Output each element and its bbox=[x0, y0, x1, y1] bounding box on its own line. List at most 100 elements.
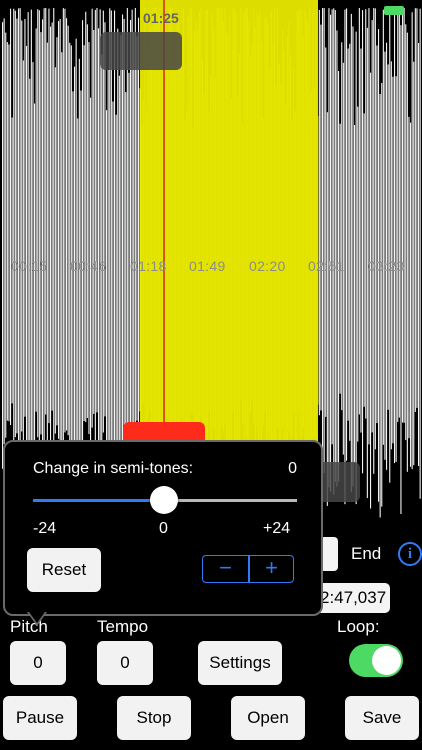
waveform-bar bbox=[216, 8, 218, 499]
waveform-bar bbox=[398, 10, 400, 418]
waveform-bar bbox=[226, 32, 228, 451]
waveform-bar bbox=[360, 48, 362, 433]
popover-arrow-inner bbox=[29, 612, 45, 623]
waveform-bar bbox=[298, 10, 300, 410]
waveform-bar bbox=[374, 8, 376, 450]
waveform-bar bbox=[130, 19, 132, 427]
waveform-bar bbox=[264, 16, 266, 413]
waveform-bar bbox=[206, 9, 208, 452]
waveform-bar bbox=[147, 50, 149, 418]
waveform-bar bbox=[310, 90, 312, 461]
semitone-popover: Change in semi-tones: 0 -24 0 +24 Reset … bbox=[3, 440, 323, 616]
waveform-bar bbox=[248, 20, 250, 471]
slider-track-empty[interactable] bbox=[165, 499, 297, 502]
waveform-bar bbox=[62, 8, 64, 507]
waveform-bar bbox=[387, 64, 389, 410]
plus-button[interactable]: + bbox=[249, 556, 294, 582]
waveform-bar bbox=[106, 110, 108, 459]
waveform-bar bbox=[77, 118, 79, 464]
semitone-slider-thumb[interactable] bbox=[150, 486, 178, 514]
waveform-bar bbox=[19, 8, 21, 487]
waveform-bar bbox=[152, 8, 154, 451]
waveform-bar bbox=[224, 8, 226, 425]
pause-button[interactable]: Pause bbox=[3, 696, 77, 740]
waveform-bar bbox=[402, 8, 404, 423]
waveform-bar bbox=[250, 55, 252, 412]
selection-end-handle[interactable] bbox=[318, 462, 360, 502]
waveform-bar bbox=[282, 29, 284, 430]
waveform-bar bbox=[2, 22, 4, 469]
reset-button[interactable]: Reset bbox=[27, 548, 101, 592]
waveform-bar bbox=[323, 8, 325, 474]
waveform-bar bbox=[162, 19, 164, 492]
waveform-bar bbox=[120, 35, 122, 455]
waveform-bar bbox=[234, 8, 236, 473]
waveform-bar bbox=[416, 8, 418, 408]
waveform-bar bbox=[150, 26, 152, 473]
slider-track-filled[interactable] bbox=[33, 499, 165, 502]
waveform-bar bbox=[363, 113, 365, 407]
waveform-bar bbox=[70, 45, 72, 466]
waveform-bar bbox=[219, 8, 221, 449]
waveform-bar bbox=[419, 8, 421, 499]
stop-button[interactable]: Stop bbox=[117, 696, 191, 740]
waveform-bar bbox=[136, 36, 138, 421]
waveform-bar bbox=[146, 110, 148, 460]
waveform-bar bbox=[18, 8, 20, 487]
waveform-bar bbox=[294, 110, 296, 487]
waveform-bar bbox=[334, 10, 336, 482]
waveform-bar bbox=[93, 30, 95, 414]
waveform-bar bbox=[379, 94, 381, 518]
waveform-bar bbox=[230, 98, 232, 459]
info-icon[interactable]: i bbox=[398, 542, 422, 566]
waveform-bar bbox=[350, 13, 352, 493]
waveform-bar bbox=[166, 60, 168, 419]
waveform-bar bbox=[160, 65, 162, 433]
settings-button[interactable]: Settings bbox=[198, 641, 282, 685]
waveform-bar bbox=[54, 67, 56, 434]
save-button[interactable]: Save bbox=[345, 696, 419, 740]
time-label: 01:49 bbox=[189, 258, 226, 274]
waveform-bar bbox=[405, 24, 407, 441]
waveform-bar bbox=[178, 16, 180, 454]
waveform-bar bbox=[341, 42, 343, 411]
waveform-bar bbox=[37, 9, 39, 438]
waveform-bar bbox=[14, 10, 16, 438]
waveform-bar bbox=[198, 11, 200, 488]
tempo-button[interactable]: 0 bbox=[97, 641, 153, 685]
waveform-bar bbox=[182, 8, 184, 472]
waveform-bar bbox=[194, 29, 196, 474]
waveform-bar bbox=[168, 8, 170, 456]
waveform-bar bbox=[80, 90, 82, 482]
waveform-bar bbox=[275, 84, 277, 473]
waveform-bar bbox=[333, 8, 335, 495]
pitch-button[interactable]: 0 bbox=[10, 641, 66, 685]
waveform-bar bbox=[51, 22, 53, 411]
waveform-bar bbox=[176, 14, 178, 485]
waveform-bar bbox=[64, 8, 66, 433]
waveform-bar bbox=[306, 20, 308, 463]
waveform-bar bbox=[5, 32, 7, 438]
waveform-bar bbox=[21, 20, 23, 432]
waveform-bar bbox=[165, 9, 167, 480]
waveform-bar bbox=[214, 77, 216, 477]
waveform-bar bbox=[318, 9, 320, 416]
waveform-bar bbox=[322, 8, 324, 465]
minus-button[interactable]: − bbox=[203, 556, 248, 582]
waveform-bar bbox=[358, 8, 360, 415]
waveform-bar bbox=[6, 42, 8, 421]
selection-start-handle[interactable] bbox=[100, 32, 182, 70]
waveform-bar bbox=[10, 8, 12, 426]
loop-toggle[interactable] bbox=[349, 644, 403, 677]
waveform-bar bbox=[274, 8, 276, 445]
waveform-bar bbox=[277, 8, 279, 429]
waveform-bar bbox=[413, 61, 415, 466]
waveform-bar bbox=[296, 10, 298, 468]
time-label: 00:15 bbox=[11, 258, 48, 274]
waveform-bar bbox=[328, 8, 330, 488]
waveform-bar bbox=[181, 38, 183, 418]
waveform-bar bbox=[251, 44, 253, 402]
end-time-field[interactable]: 2:47,037 bbox=[316, 583, 390, 613]
open-button[interactable]: Open bbox=[231, 696, 305, 740]
waveform-bar bbox=[240, 8, 242, 401]
